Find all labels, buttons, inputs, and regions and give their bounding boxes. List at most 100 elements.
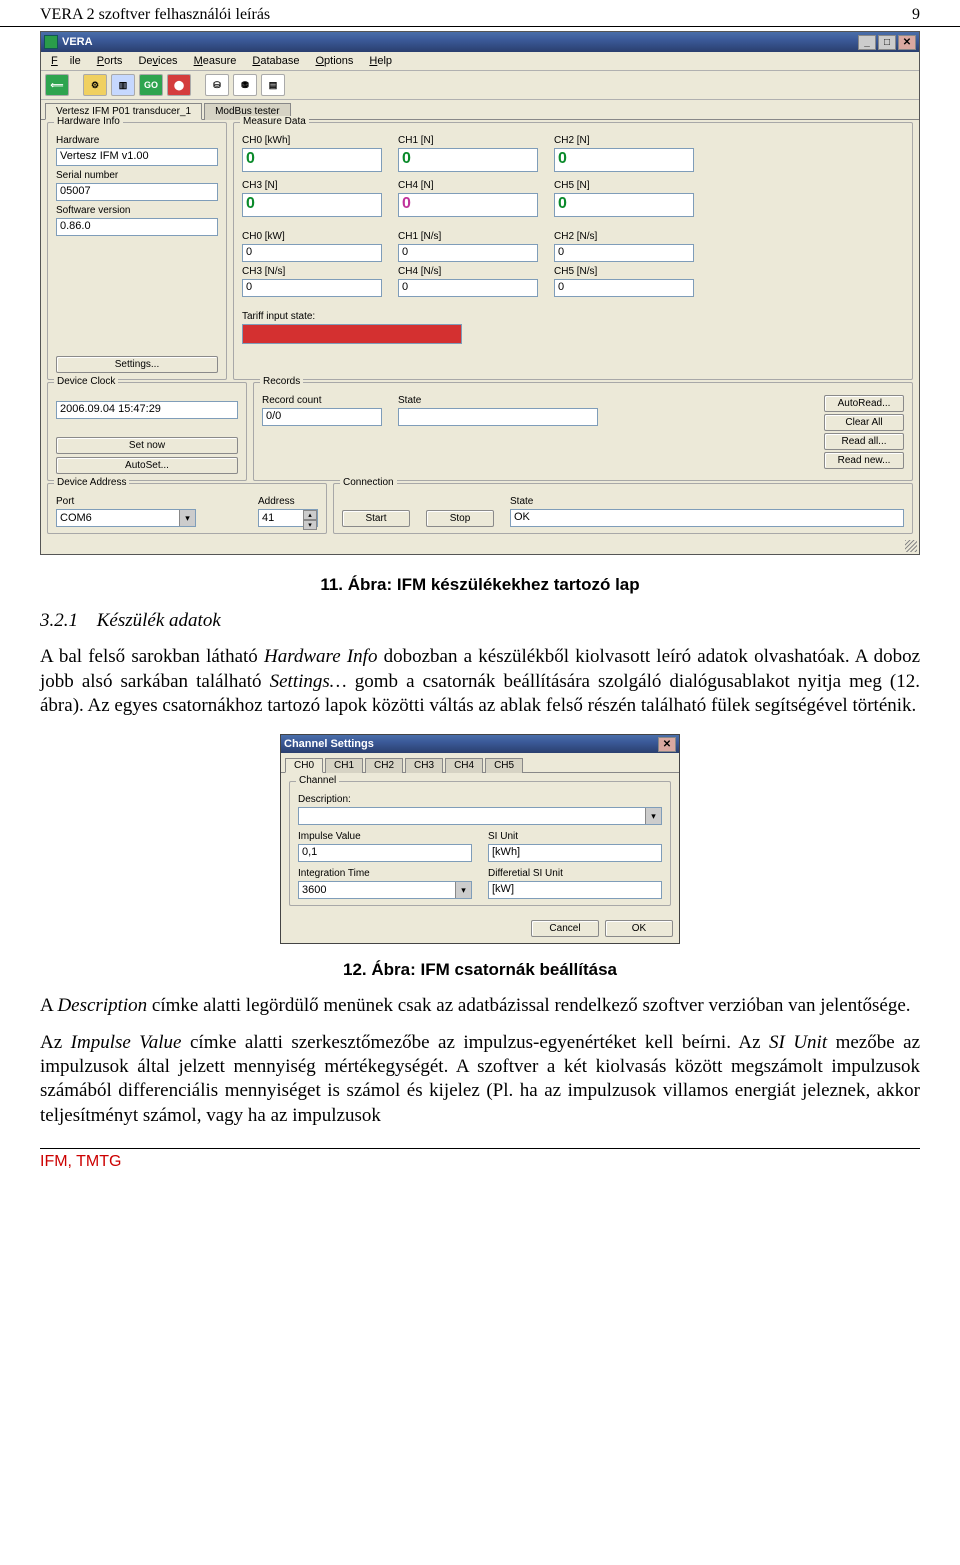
impulse-value-label: Impulse Value xyxy=(298,831,472,842)
port-label: Port xyxy=(56,496,246,507)
ch5-nps-label: CH5 [N/s] xyxy=(554,266,704,277)
spin-down-icon[interactable]: ▾ xyxy=(303,520,317,530)
menu-help[interactable]: Help xyxy=(363,54,398,68)
minimize-button[interactable]: _ xyxy=(858,35,876,50)
section-title: Készülék adatok xyxy=(97,610,221,631)
menu-ports[interactable]: Ports xyxy=(91,54,129,68)
doc-page-number: 9 xyxy=(912,6,920,24)
diff-si-unit-input[interactable]: [kW] xyxy=(488,881,662,899)
ch3-nps-value: 0 xyxy=(242,279,382,297)
ch3-nps-label: CH3 [N/s] xyxy=(242,266,392,277)
impulse-value-input[interactable]: 0,1 xyxy=(298,844,472,862)
close-button[interactable]: ✕ xyxy=(898,35,916,50)
autoread-button[interactable]: AutoRead... xyxy=(824,395,904,412)
serial-field: 05007 xyxy=(56,183,218,201)
dialog-ok-button[interactable]: OK xyxy=(605,920,673,937)
integration-time-combo[interactable]: 3600 ▾ xyxy=(298,881,472,899)
tab-ch2[interactable]: CH2 xyxy=(365,758,403,773)
ch1-nps-value: 0 xyxy=(398,244,538,262)
hardware-info-legend: Hardware Info xyxy=(54,116,123,127)
channel-group-legend: Channel xyxy=(296,775,339,786)
ch2-n-value: 0 xyxy=(554,148,694,172)
tab-ch5[interactable]: CH5 xyxy=(485,758,523,773)
menu-options[interactable]: Options xyxy=(309,54,359,68)
tool-settings-icon[interactable]: ⚙ xyxy=(83,74,107,96)
ch1-nps-label: CH1 [N/s] xyxy=(398,231,548,242)
body-text-block-1: 3.2.1 Készülék adatok A bal felső sarokb… xyxy=(0,609,960,718)
tool-device-icon[interactable]: ▥ xyxy=(111,74,135,96)
description-combo[interactable]: ▾ xyxy=(298,807,662,825)
menu-measure[interactable]: Measure xyxy=(188,54,243,68)
menu-database[interactable]: Database xyxy=(246,54,305,68)
measure-data-legend: Measure Data xyxy=(240,116,309,127)
swver-label: Software version xyxy=(56,205,218,216)
vera-app-window: VERA _ □ ✕ File Ports Devices Measure Da… xyxy=(40,31,920,555)
connection-legend: Connection xyxy=(340,477,397,488)
tab-ch0[interactable]: CH0 xyxy=(285,758,323,773)
ch2-n-label: CH2 [N] xyxy=(554,135,704,146)
device-clock-value: 2006.09.04 15:47:29 xyxy=(56,401,238,419)
ch1-n-value: 0 xyxy=(398,148,538,172)
read-new-button[interactable]: Read new... xyxy=(824,452,904,469)
toolbar: ⟸ ⚙ ▥ GO ⬤ ⛁ ⛃ ▤ xyxy=(41,71,919,100)
ch4-n-value: 0 xyxy=(398,193,538,217)
conn-start-button[interactable]: Start xyxy=(342,510,410,527)
app-title: VERA xyxy=(62,36,93,48)
dialog-cancel-button[interactable]: Cancel xyxy=(531,920,599,937)
ch5-n-label: CH5 [N] xyxy=(554,180,704,191)
dialog-close-button[interactable]: ✕ xyxy=(658,737,676,752)
conn-state-label: State xyxy=(510,496,904,507)
record-count-label: Record count xyxy=(262,395,392,406)
back-icon[interactable]: ⟸ xyxy=(45,74,69,96)
clear-all-button[interactable]: Clear All xyxy=(824,414,904,431)
device-clock-legend: Device Clock xyxy=(54,376,118,387)
ch3-n-value: 0 xyxy=(242,193,382,217)
serial-label: Serial number xyxy=(56,170,218,181)
doc-header: VERA 2 szoftver felhasználói leírás 9 xyxy=(0,0,960,27)
settings-button[interactable]: Settings... xyxy=(56,356,218,373)
si-unit-input[interactable]: [kWh] xyxy=(488,844,662,862)
spin-up-icon[interactable]: ▴ xyxy=(303,510,317,520)
address-spinner[interactable]: 41 ▴▾ xyxy=(258,509,318,527)
go-button[interactable]: GO xyxy=(139,74,163,96)
channel-settings-dialog: Channel Settings ✕ CH0 CH1 CH2 CH3 CH4 C… xyxy=(280,734,680,944)
tab-ch4[interactable]: CH4 xyxy=(445,758,483,773)
port-combo[interactable]: COM6 ▾ xyxy=(56,509,196,527)
menu-bar: File Ports Devices Measure Database Opti… xyxy=(41,52,919,71)
measure-data-group: Measure Data CH0 [kWh] 0 CH1 [N] 0 CH2 [… xyxy=(233,122,913,380)
ch4-n-label: CH4 [N] xyxy=(398,180,548,191)
section-number: 3.2.1 xyxy=(40,609,92,633)
read-all-button[interactable]: Read all... xyxy=(824,433,904,450)
autoset-button[interactable]: AutoSet... xyxy=(56,457,238,474)
records-state-label: State xyxy=(398,395,618,406)
conn-stop-button[interactable]: Stop xyxy=(426,510,494,527)
tab-ch3[interactable]: CH3 xyxy=(405,758,443,773)
device-clock-group: Device Clock 2006.09.04 15:47:29 Set now… xyxy=(47,382,247,481)
ch1-n-label: CH1 [N] xyxy=(398,135,548,146)
figure-12-caption: 12. Ábra: IFM csatornák beállítása xyxy=(0,960,960,980)
tool-db2-icon[interactable]: ⛃ xyxy=(233,74,257,96)
tool-db-icon[interactable]: ⛁ xyxy=(205,74,229,96)
body-text-block-2: A Description címke alatti legördülő men… xyxy=(0,994,960,1128)
menu-devices[interactable]: Devices xyxy=(132,54,183,68)
record-count-value: 0/0 xyxy=(262,408,382,426)
ch4-nps-label: CH4 [N/s] xyxy=(398,266,548,277)
tool-chart-icon[interactable]: ▤ xyxy=(261,74,285,96)
channel-group: Channel Description: ▾ Impulse Value 0,1… xyxy=(289,781,671,906)
title-bar: VERA _ □ ✕ xyxy=(41,32,919,52)
ch3-n-label: CH3 [N] xyxy=(242,180,392,191)
maximize-button[interactable]: □ xyxy=(878,35,896,50)
ch5-nps-value: 0 xyxy=(554,279,694,297)
stop-icon[interactable]: ⬤ xyxy=(167,74,191,96)
set-now-button[interactable]: Set now xyxy=(56,437,238,454)
ch2-nps-value: 0 xyxy=(554,244,694,262)
resize-grip-icon[interactable] xyxy=(905,540,917,552)
ch5-n-value: 0 xyxy=(554,193,694,217)
tariff-label: Tariff input state: xyxy=(242,311,904,322)
tariff-state-indicator xyxy=(242,324,462,344)
connection-group: Connection Start Stop State OK xyxy=(333,483,913,534)
tab-ch1[interactable]: CH1 xyxy=(325,758,363,773)
menu-file[interactable]: File xyxy=(45,54,87,68)
device-address-legend: Device Address xyxy=(54,477,129,488)
diff-si-unit-label: Differetial SI Unit xyxy=(488,868,662,879)
